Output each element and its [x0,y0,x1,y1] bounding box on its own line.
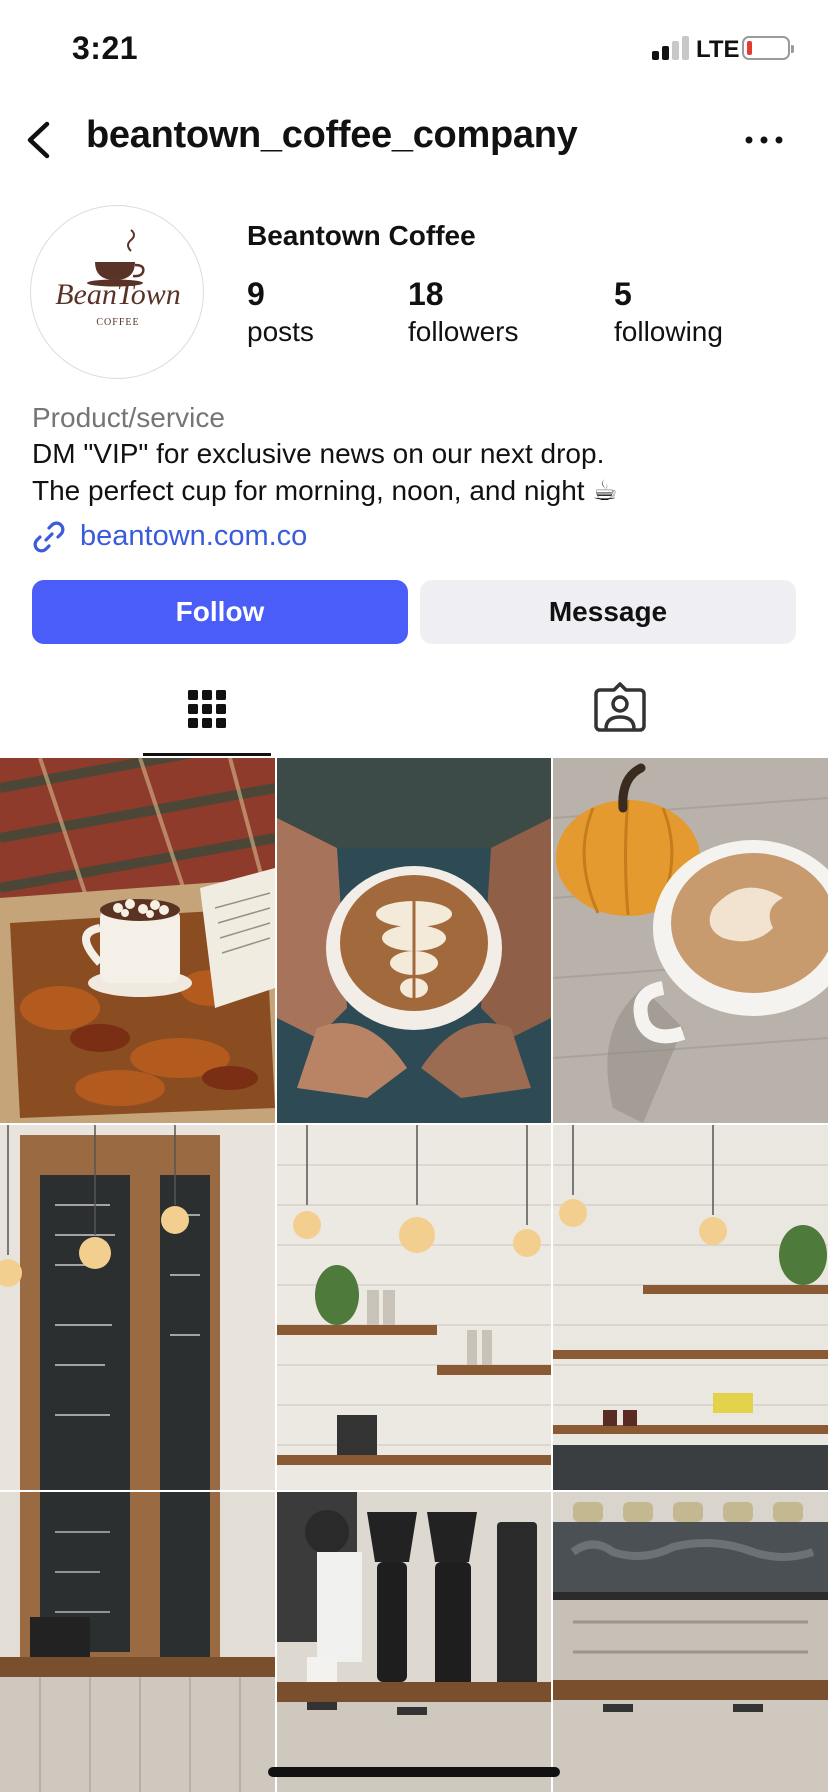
tab-tagged[interactable] [580,660,660,756]
post-image-cocoa-plaid [0,758,275,1123]
chevron-left-icon [27,121,50,159]
profile-category: Product/service [32,402,225,433]
profile-tabs [0,660,828,756]
stat-value: 9 [247,276,265,312]
post-image-latte-pumpkin [553,758,828,1123]
profile-avatar[interactable]: BeanTown COFFEE [30,205,204,379]
bio-line: DM "VIP" for exclusive news on our next … [32,438,605,469]
stat-label: following [614,316,723,347]
follow-button[interactable]: Follow [32,580,408,644]
active-tab-indicator [143,753,271,756]
status-time: 3:21 [72,30,139,66]
post-image-grinders [277,1492,551,1792]
profile-username: beantown_coffee_company [86,114,578,156]
signal-strength-icon [652,36,690,60]
stat-label: followers [408,316,519,347]
status-bar: 3:21 LTE [0,0,828,100]
post-image-counter-lower [0,1492,275,1792]
stat-value: 5 [614,276,632,312]
grid-post[interactable] [277,1125,551,1490]
battery-icon [742,36,794,60]
grid-post[interactable] [277,758,551,1123]
posts-count[interactable]: 9 posts [247,276,314,352]
tab-posts-grid[interactable] [143,660,271,756]
grid-post[interactable] [0,758,275,1123]
home-indicator[interactable] [268,1767,560,1777]
post-image-brick-shelves [553,1125,828,1490]
more-horizontal-icon [745,136,783,144]
stat-label: posts [247,316,314,347]
grid-post[interactable] [553,1125,828,1490]
post-image-cafe-shelves [277,1125,551,1490]
message-button[interactable]: Message [420,580,796,644]
bio-line: The perfect cup for morning, noon, and n… [32,475,618,506]
stat-value: 18 [408,276,444,312]
post-image-cafe-chalkboard [0,1125,275,1490]
post-image-espresso-counter [553,1492,828,1792]
beantown-logo: BeanTown COFFEE [55,229,181,328]
network-type: LTE [696,36,740,63]
grid-post[interactable] [553,758,828,1123]
grid-icon [188,690,226,728]
more-options-button[interactable] [740,124,788,156]
back-button[interactable] [20,116,60,164]
grid-post[interactable] [553,1492,828,1792]
following-count[interactable]: 5 following [614,276,723,352]
profile-display-name: Beantown Coffee [247,220,476,251]
profile-header: beantown_coffee_company [0,104,828,176]
svg-text:BeanTown: BeanTown [55,278,181,311]
grid-post[interactable] [277,1492,551,1792]
grid-post[interactable] [0,1492,275,1792]
link-icon [33,521,65,553]
profile-link-text: beantown.com.co [80,520,308,552]
tagged-person-icon [594,682,646,732]
svg-text:COFFEE: COFFEE [96,317,139,328]
followers-count[interactable]: 18 followers [408,276,518,352]
grid-post[interactable] [0,1125,275,1490]
post-image-latte-hands [277,758,551,1123]
